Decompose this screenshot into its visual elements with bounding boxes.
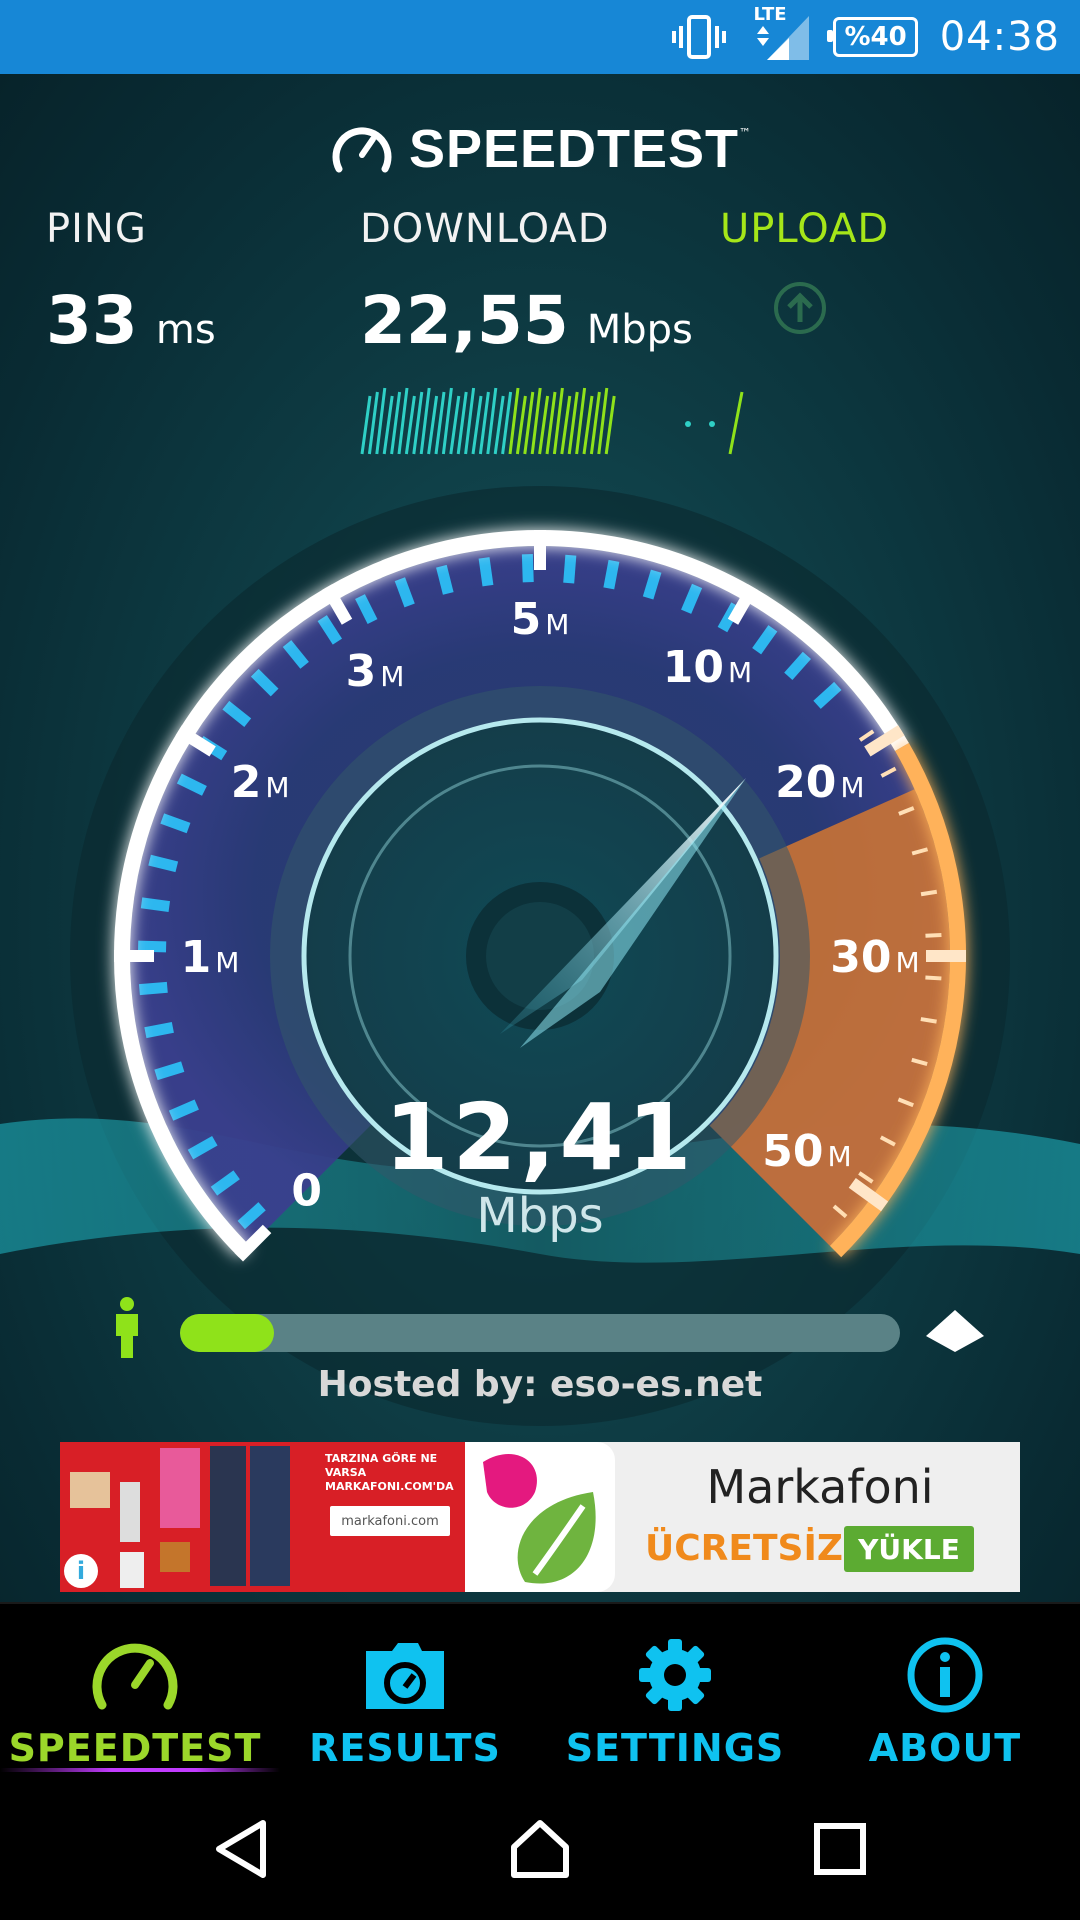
gauge-minor-tick — [436, 564, 454, 595]
home-icon[interactable] — [505, 1814, 575, 1884]
ping-value: 33 ms — [46, 282, 216, 359]
ping-unit: ms — [155, 307, 216, 353]
download-graph — [360, 387, 744, 455]
signal-icon: LTE — [749, 4, 811, 62]
ping-number: 33 — [46, 282, 138, 359]
current-speed: 12,41 — [384, 1084, 696, 1191]
gauge-minor-tick — [925, 975, 942, 981]
tab-results[interactable]: RESULTS — [270, 1604, 540, 1780]
gauge-minor-tick — [563, 554, 577, 584]
test-progress-bar — [180, 1314, 900, 1352]
tab-about-label: ABOUT — [868, 1726, 1022, 1770]
download-graph-bar — [515, 395, 527, 455]
ad-app-name: Markafoni — [706, 1460, 934, 1514]
network-type: LTE — [753, 4, 787, 25]
person-icon — [110, 1296, 144, 1364]
download-graph-dot — [685, 421, 691, 427]
download-unit: Mbps — [586, 307, 693, 353]
ad-free-label: ÜCRETSİZ — [645, 1528, 843, 1569]
advertisement-banner[interactable]: TARZINA GÖRE NE VARSA MARKAFONI.COM'DA m… — [60, 1442, 1020, 1592]
markafoni-app-icon — [465, 1442, 615, 1592]
ad-tagline: TARZINA GÖRE NE VARSA MARKAFONI.COM'DA — [325, 1452, 454, 1493]
download-graph-bar — [449, 395, 461, 455]
speedometer-icon — [90, 1630, 180, 1720]
vibrate-icon — [671, 14, 727, 60]
status-bar: LTE %40 04:38 — [0, 0, 1080, 74]
recents-icon[interactable] — [805, 1814, 875, 1884]
gauge-minor-tick — [920, 1017, 937, 1024]
tab-speedtest[interactable]: SPEEDTEST — [0, 1604, 280, 1780]
download-graph-bar — [471, 395, 483, 455]
clock: 04:38 — [939, 14, 1060, 60]
tab-about[interactable]: ABOUT — [810, 1604, 1080, 1780]
brand-name: SPEEDTEST — [408, 119, 740, 179]
gauge-minor-tick — [478, 557, 494, 587]
gauge-minor-tick — [920, 889, 938, 897]
back-icon[interactable] — [206, 1814, 276, 1884]
gauge-minor-tick — [925, 932, 942, 938]
download-graph-bar — [582, 395, 594, 455]
gauge-minor-tick — [521, 554, 534, 583]
ad-install-button[interactable]: YÜKLE — [844, 1526, 974, 1572]
server-icon — [924, 1306, 986, 1360]
trademark: ™ — [739, 126, 752, 140]
gauge-minor-tick — [137, 940, 167, 953]
arrow-up-circle-icon — [772, 280, 828, 340]
download-graph-dot — [709, 421, 715, 427]
gauge-minor-tick — [144, 1021, 174, 1039]
gauge-minor-tick — [148, 854, 179, 873]
download-label: DOWNLOAD — [360, 206, 610, 252]
download-graph-bar — [427, 395, 439, 455]
download-graph-bar — [604, 395, 616, 455]
ad-models-image — [70, 1446, 290, 1588]
download-graph-bar — [382, 395, 394, 455]
battery-icon: %40 — [827, 17, 918, 57]
ping-label: PING — [46, 206, 147, 252]
gauge-minor-tick — [140, 897, 171, 912]
active-tab-indicator — [0, 1768, 280, 1772]
tab-settings[interactable]: SETTINGS — [540, 1604, 810, 1780]
gauge-minor-tick — [642, 569, 662, 600]
download-graph-bar — [560, 395, 572, 455]
download-number: 22,55 — [360, 282, 569, 359]
speedometer-logo-icon — [332, 127, 392, 173]
download-graph-bar — [538, 395, 550, 455]
upload-label: UPLOAD — [720, 206, 890, 252]
bottom-tab-bar: SPEEDTEST RESULTS SETTINGS ABOUT — [0, 1602, 1080, 1780]
info-icon — [905, 1630, 985, 1720]
folder-gauge-icon — [362, 1630, 448, 1720]
ad-brand-logo: markafoni.com — [330, 1506, 450, 1536]
gauge-minor-tick — [138, 981, 168, 996]
tab-results-label: RESULTS — [309, 1726, 501, 1770]
download-graph-bar — [360, 395, 372, 455]
hosted-by: Hosted by: eso-es.net — [317, 1364, 763, 1405]
test-progress-fill — [180, 1314, 274, 1352]
current-speed-unit: Mbps — [476, 1188, 604, 1244]
ad-info-icon[interactable]: i — [64, 1554, 98, 1588]
tab-speedtest-label: SPEEDTEST — [8, 1726, 262, 1770]
download-graph-bar — [493, 395, 505, 455]
download-graph-bar — [728, 391, 744, 455]
gauge-minor-tick — [603, 559, 620, 590]
main-panel: 0 1 M 2 M 3 M 5 M 10 M 20 M 30 M 50 M SPEEDTEST ™ PING 3… — [0, 74, 1080, 1602]
speedtest-logo: SPEEDTEST ™ — [0, 118, 1080, 180]
system-nav-bar — [0, 1778, 1080, 1920]
download-value: 22,55 Mbps — [360, 282, 693, 359]
gear-icon — [635, 1630, 715, 1720]
download-graph-bar — [404, 395, 416, 455]
battery-level: %40 — [844, 22, 907, 52]
tab-settings-label: SETTINGS — [565, 1726, 785, 1770]
